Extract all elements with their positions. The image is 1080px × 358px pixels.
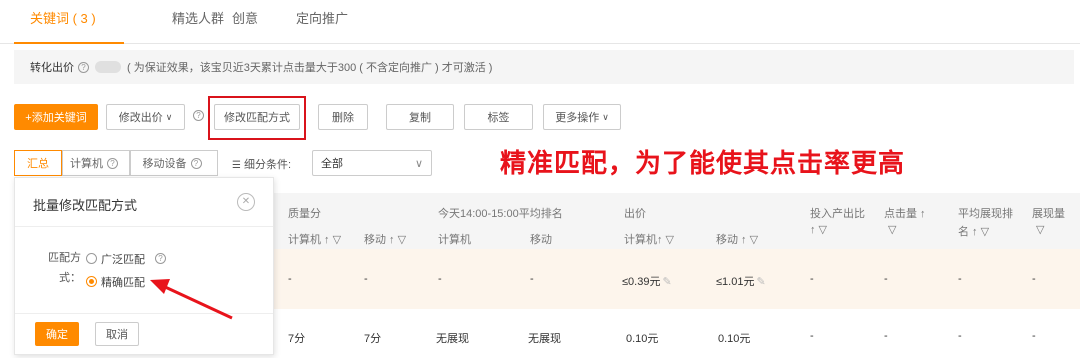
cell-bid-mobile: 0.10元 <box>718 333 751 345</box>
help-icon: ? <box>107 157 118 169</box>
filter-select-value: 全部 <box>321 158 343 170</box>
bid-mobile-value: ≤1.01元 <box>716 276 755 288</box>
th-clicks-sort[interactable]: ▽ <box>888 223 896 236</box>
th-roi[interactable]: 投入产出比 <box>810 205 865 221</box>
table-row: - - - - ≤0.39元 ✎ ≤1.01元 ✎ - - - - <box>270 249 1080 309</box>
cell-rank-mobile: 无展现 <box>528 333 561 345</box>
th-clicks[interactable]: 点击量 ↑ <box>884 205 926 221</box>
cell-quality-pc: 7分 <box>288 333 306 345</box>
batch-match-type-popup: 批量修改匹配方式 ✕ 匹配方式： 广泛匹配 ? 精确匹配 确定 取消 <box>14 177 274 355</box>
view-mobile-label: 移动设备 <box>142 158 187 170</box>
pencil-icon[interactable]: ✎ <box>756 276 765 288</box>
cell-rank-mobile: - <box>530 273 534 285</box>
cell-bid-pc[interactable]: ≤0.39元 ✎ <box>622 273 672 289</box>
cell-impressions: - <box>1032 330 1036 342</box>
view-computer[interactable]: 计算机? <box>62 150 130 176</box>
delete-button[interactable]: 删除 <box>318 104 368 130</box>
help-icon[interactable]: ? <box>78 61 89 73</box>
conversion-bid-tip: ( 为保证效果，该宝贝近3天累计点击量大于300 ( 不含定向推广 ) 才可激活… <box>127 62 493 74</box>
tab-audience[interactable]: 精选人群 <box>172 8 224 27</box>
th-impressions-sort[interactable]: ▽ <box>1036 223 1044 236</box>
pencil-icon[interactable]: ✎ <box>662 276 671 288</box>
th-avg-rank-sort[interactable]: 名 ↑ ▽ <box>958 223 989 239</box>
popup-title: 批量修改匹配方式 <box>33 198 138 213</box>
copy-button[interactable]: 复制 <box>386 104 454 130</box>
tab-targeted-promotion[interactable]: 定向推广 <box>296 8 348 27</box>
cell-clicks: - <box>884 273 888 285</box>
radio-exact-label[interactable]: 精确匹配 <box>101 274 145 290</box>
conversion-bid-bar: 转化出价 ? ( 为保证效果，该宝贝近3天累计点击量大于300 ( 不含定向推广… <box>14 50 1074 84</box>
cell-roi: - <box>810 273 814 285</box>
view-computer-label: 计算机 <box>70 158 103 170</box>
th-rank: 今天14:00-15:00平均排名 <box>438 208 563 220</box>
help-icon[interactable]: ? <box>193 110 204 121</box>
modify-bid-label: 修改出价 <box>118 112 163 124</box>
radio-broad-label[interactable]: 广泛匹配 <box>101 251 145 267</box>
close-icon[interactable]: ✕ <box>237 193 255 211</box>
list-icon: ☰ <box>232 160 241 171</box>
annotation-text: 精准匹配，为了能使其点击率更高 <box>500 148 906 178</box>
cell-rank-pc: - <box>438 273 442 285</box>
help-icon: ? <box>190 157 202 169</box>
th-impressions[interactable]: 展现量 <box>1032 205 1065 221</box>
cell-rank-pc: 无展现 <box>436 333 469 345</box>
cell-avg-rank: - <box>958 273 962 285</box>
conversion-bid-label: 转化出价 <box>30 62 74 74</box>
confirm-button[interactable]: 确定 <box>35 322 79 346</box>
th-avg-rank[interactable]: 平均展现排 <box>958 205 1013 221</box>
radio-broad[interactable] <box>86 253 97 264</box>
chevron-down-icon: ∨ <box>602 111 609 122</box>
th-quality-pc[interactable]: 计算机 ↑ ▽ <box>288 231 341 247</box>
filter-select[interactable]: 全部 ∨ <box>312 150 432 176</box>
cell-quality-mobile: - <box>364 273 368 285</box>
more-actions-label: 更多操作 <box>555 112 600 124</box>
table-header: 质量分 计算机 ↑ ▽ 移动 ↑ ▽ 今天14:00-15:00平均排名 计算机… <box>270 193 1080 249</box>
tab-creative[interactable]: 创意 <box>232 8 258 27</box>
cell-quality-mobile: 7分 <box>364 333 382 345</box>
table-row: 7分 7分 无展现 无展现 0.10元 0.10元 - - - - <box>270 318 1080 358</box>
highlight-box <box>208 96 306 140</box>
match-mode-label: 匹配方式： <box>48 252 81 284</box>
filter-label-text: 细分条件: <box>243 159 292 171</box>
th-rank-mobile: 移动 <box>530 234 552 246</box>
active-tab-indicator <box>14 42 124 44</box>
cell-avg-rank: - <box>958 330 962 342</box>
view-mobile[interactable]: 移动设备? <box>130 150 218 176</box>
th-bid-mobile[interactable]: 移动 ↑ ▽ <box>716 231 758 247</box>
help-icon[interactable]: ? <box>155 253 166 264</box>
chevron-down-icon: ∨ <box>414 157 423 170</box>
tab-keywords[interactable]: 关键词 ( 3 ) <box>30 8 96 27</box>
th-bid: 出价 <box>624 208 646 220</box>
radio-exact[interactable] <box>86 276 97 287</box>
tag-button[interactable]: 标签 <box>464 104 533 130</box>
th-quality: 质量分 <box>288 208 321 220</box>
more-actions-button[interactable]: 更多操作 ∨ <box>543 104 621 130</box>
divider <box>15 313 273 314</box>
tab-bar: 关键词 ( 3 ) 精选人群 创意 定向推广 <box>0 0 1080 44</box>
add-keyword-button[interactable]: +添加关键词 <box>14 104 98 130</box>
conversion-bid-toggle[interactable] <box>95 61 121 73</box>
bid-pc-value: ≤0.39元 <box>622 276 661 288</box>
modify-bid-button[interactable]: 修改出价 ∨ <box>106 104 185 130</box>
chevron-down-icon: ∨ <box>165 111 173 122</box>
cell-bid-pc: 0.10元 <box>626 333 659 345</box>
th-quality-mobile[interactable]: 移动 ↑ ▽ <box>364 231 406 247</box>
filter-label: ☰ 细分条件: <box>232 156 291 172</box>
cell-clicks: - <box>884 330 888 342</box>
cell-roi: - <box>810 330 814 342</box>
th-bid-pc[interactable]: 计算机↑ ▽ <box>624 231 674 247</box>
th-rank-pc: 计算机 <box>438 234 471 246</box>
cell-bid-mobile[interactable]: ≤1.01元 ✎ <box>716 273 766 289</box>
view-summary[interactable]: 汇总 <box>14 150 62 176</box>
divider <box>15 226 273 227</box>
cell-impressions: - <box>1032 273 1036 285</box>
cancel-button[interactable]: 取消 <box>95 322 139 346</box>
th-roi-sort[interactable]: ↑ ▽ <box>810 223 827 236</box>
cell-quality-pc: - <box>288 273 292 285</box>
